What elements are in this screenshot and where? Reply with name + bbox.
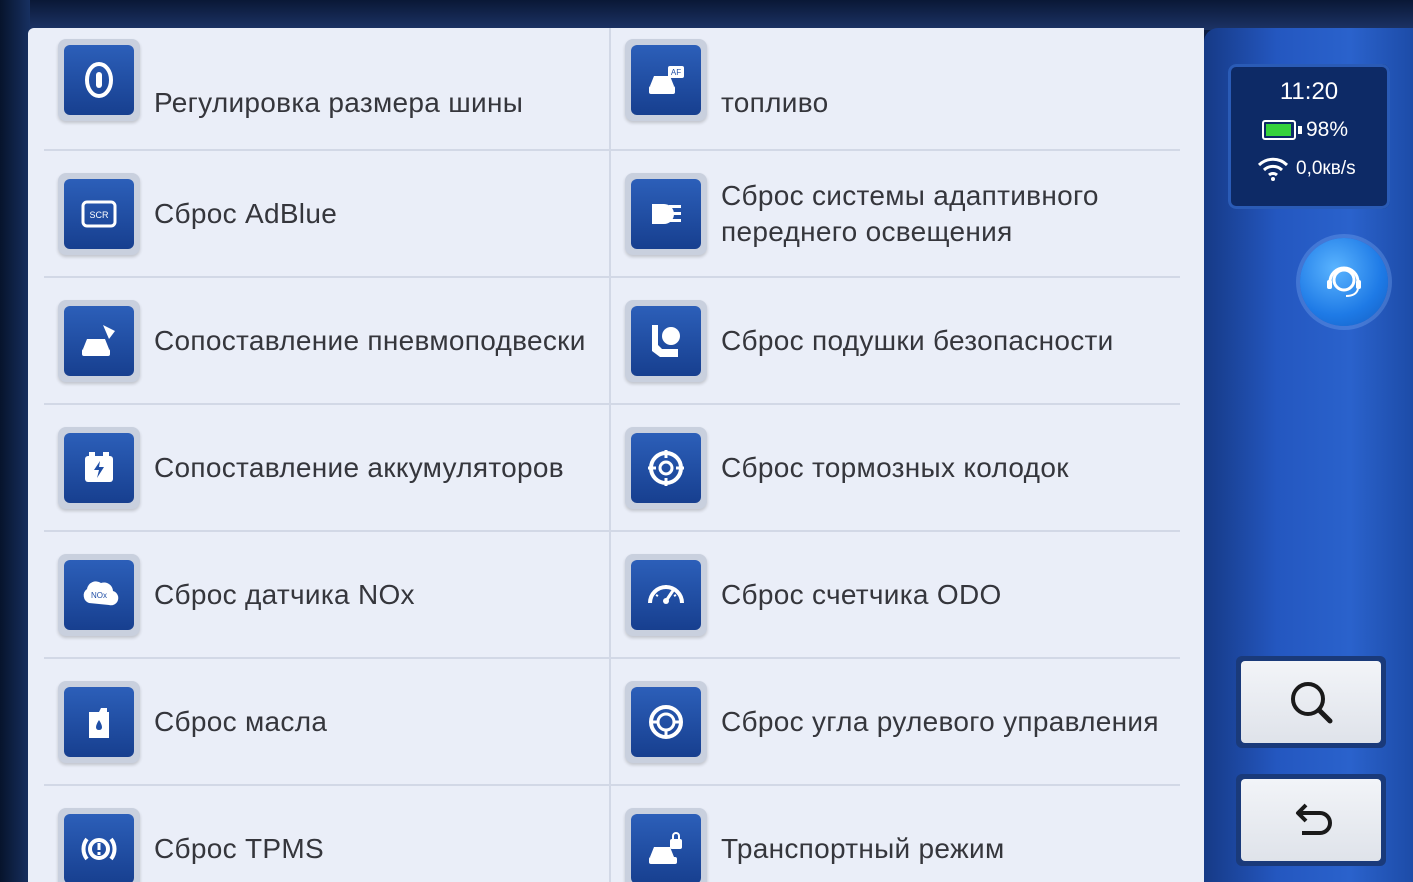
function-row: SCR Сброс AdBlue Сброс системы адаптивно…: [44, 151, 1180, 278]
function-steering-angle[interactable]: Сброс угла рулевого управления: [609, 659, 1180, 784]
air-fuel-ratio-icon: AF: [625, 39, 707, 121]
headlight-icon: [625, 172, 707, 255]
back-button[interactable]: [1236, 774, 1386, 866]
function-label: Сброс AdBlue: [154, 197, 338, 229]
status-panel: 11:20 98% 0,0кв/s: [1228, 64, 1390, 209]
function-adblue-reset[interactable]: SCR Сброс AdBlue: [44, 151, 609, 276]
function-air-suspension[interactable]: Сопоставление пневмоподвески: [44, 278, 609, 403]
function-oil-reset[interactable]: Сброс масла: [44, 659, 609, 784]
function-row: Сброс TPMS Транспортный режим: [44, 786, 1180, 882]
brake-pad-icon: [625, 426, 707, 509]
function-label: топливо: [721, 87, 829, 118]
function-air-fuel-ratio[interactable]: AF топливо: [609, 28, 1180, 149]
function-label: Сброс системы адаптивного переднего осве…: [721, 179, 1099, 247]
battery-match-icon: [58, 426, 140, 509]
back-arrow-icon: [1296, 803, 1332, 835]
function-row: Сопоставление аккумуляторов Сброс тормоз…: [44, 405, 1180, 532]
function-label: Сопоставление пневмоподвески: [154, 324, 586, 356]
right-sidebar: 11:20 98% 0,0кв/s: [1204, 28, 1413, 882]
svg-text:NOx: NOx: [91, 591, 107, 600]
function-tire-size[interactable]: Регулировка размера шины: [44, 28, 609, 149]
search-button[interactable]: [1236, 656, 1386, 748]
scr-adblue-icon: SCR: [58, 172, 140, 255]
svg-text:SCR: SCR: [89, 210, 109, 220]
function-transport-mode[interactable]: Транспортный режим: [609, 786, 1180, 882]
function-label: Сброс счетчика ODO: [721, 578, 1002, 610]
device-bezel-top: [0, 0, 1413, 30]
function-label: Регулировка размера шины: [154, 87, 524, 118]
customer-support-icon: [1327, 266, 1361, 297]
steering-angle-icon: [625, 680, 707, 763]
customer-support-button[interactable]: [1300, 238, 1388, 326]
oil-reset-icon: [58, 680, 140, 763]
function-row: Сброс масла Сброс угла рулевого управлен…: [44, 659, 1180, 786]
clock: 11:20: [1279, 78, 1339, 105]
device-bezel-left: [0, 0, 30, 882]
function-row: Сопоставление пневмоподвески Сброс подуш…: [44, 278, 1180, 405]
battery-percent: 98%: [1306, 118, 1349, 141]
battery-icon: [1262, 120, 1296, 140]
function-tpms-reset[interactable]: Сброс TPMS: [44, 786, 609, 882]
function-label: Сброс масла: [154, 705, 328, 737]
function-label: Сброс угла рулевого управления: [721, 705, 1159, 737]
function-label: Сброс подушки безопасности: [721, 324, 1114, 356]
tpms-icon: [58, 807, 140, 882]
transport-mode-icon: [625, 807, 707, 882]
function-label: Сброс тормозных колодок: [721, 451, 1069, 483]
search-icon: [1291, 682, 1333, 724]
airbag-icon: [625, 299, 707, 382]
function-list-screen: Регулировка размера шины AF топливо SCR …: [28, 28, 1204, 882]
network-speed: 0,0кв/s: [1296, 158, 1356, 179]
battery-status: 98%: [1262, 118, 1348, 142]
function-airbag-reset[interactable]: Сброс подушки безопасности: [609, 278, 1180, 403]
function-label: Сброс датчика NOx: [154, 578, 415, 610]
air-suspension-icon: [58, 299, 140, 382]
function-label: Сброс TPMS: [154, 832, 324, 864]
function-row: NOx Сброс датчика NOx Сброс счетчика ODO: [44, 532, 1180, 659]
function-row: Регулировка размера шины AF топливо: [44, 28, 1180, 151]
network-status: 0,0кв/s: [1256, 156, 1356, 182]
function-brake-pad-reset[interactable]: Сброс тормозных колодок: [609, 405, 1180, 530]
function-label: Транспортный режим: [721, 832, 1005, 864]
function-headlight-reset[interactable]: Сброс системы адаптивного переднего осве…: [609, 151, 1180, 276]
function-grid: Регулировка размера шины AF топливо SCR …: [44, 28, 1180, 882]
function-battery-match[interactable]: Сопоставление аккумуляторов: [44, 405, 609, 530]
odometer-icon: [625, 553, 707, 636]
function-odometer-reset[interactable]: Сброс счетчика ODO: [609, 532, 1180, 657]
tire-size-icon: [58, 39, 140, 121]
wifi-icon: [1257, 157, 1289, 181]
svg-text:AF: AF: [671, 68, 681, 77]
function-nox-sensor[interactable]: NOx Сброс датчика NOx: [44, 532, 609, 657]
nox-sensor-icon: NOx: [58, 553, 140, 636]
function-label: Сопоставление аккумуляторов: [154, 451, 564, 483]
